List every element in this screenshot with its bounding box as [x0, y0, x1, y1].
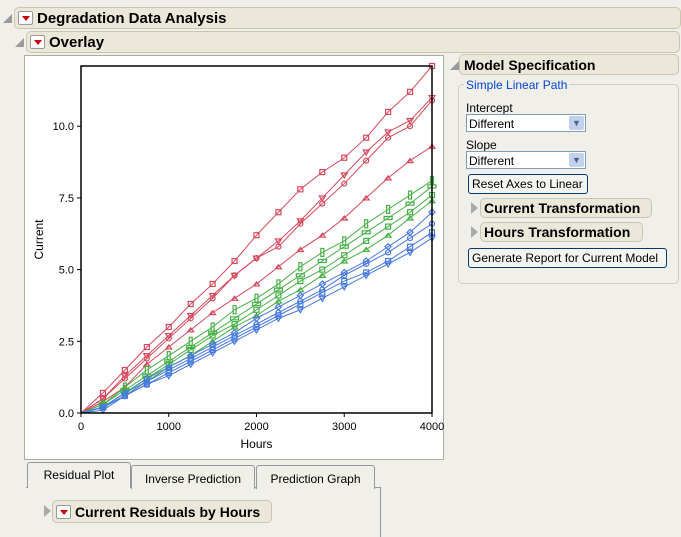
y-tick-label: 7.5: [59, 193, 74, 205]
overlay-header: Overlay: [26, 31, 680, 53]
report-title: Degradation Data Analysis: [37, 9, 227, 27]
x-tick-label: 1000: [157, 421, 181, 433]
model-spec-header: Model Specification: [459, 54, 679, 75]
group-label: Simple Linear Path: [464, 78, 570, 92]
collapse-report-icon[interactable]: [3, 14, 12, 23]
generate-report-button[interactable]: Generate Report for Current Model: [468, 248, 667, 268]
overlay-title: Overlay: [49, 33, 105, 51]
x-tick-label: 0: [78, 421, 84, 433]
expand-residuals-icon[interactable]: [44, 505, 51, 517]
model-spec-title: Model Specification: [464, 56, 596, 73]
report-header: Degradation Data Analysis: [14, 7, 681, 29]
intercept-label: Intercept: [466, 101, 513, 115]
collapse-model-spec-icon[interactable]: [450, 61, 459, 70]
x-tick-label: 2000: [244, 421, 268, 433]
x-tick-label: 4000: [420, 421, 444, 433]
collapse-overlay-icon[interactable]: [15, 38, 24, 47]
red-triangle-menu-icon[interactable]: [30, 35, 45, 49]
y-tick-label: 0.0: [59, 408, 74, 420]
residuals-title: Current Residuals by Hours: [75, 503, 261, 520]
hours-transformation-header[interactable]: Hours Transformation: [480, 222, 643, 242]
expand-hours-transformation-icon[interactable]: [471, 226, 478, 238]
intercept-value: Different: [469, 117, 515, 131]
slope-value: Different: [469, 154, 515, 168]
y-tick-label: 10.0: [53, 121, 74, 133]
x-tick-label: 3000: [332, 421, 356, 433]
current-transformation-header[interactable]: Current Transformation: [480, 198, 652, 218]
chevron-down-icon[interactable]: ▼: [569, 153, 584, 167]
overlay-plot-frame: 0 1000 2000 3000 4000 0.0 2.5 5.0 7.5 10.0 Hours Cu…: [24, 55, 444, 460]
overlay-chart: 0 1000 2000 3000 4000 0.0 2.5 5.0 7.5 10.0 Hours Cu…: [32, 62, 444, 451]
series-line-red-1: [80, 65, 433, 414]
intercept-select[interactable]: Different ▼: [466, 114, 586, 132]
series-line-blue-3: [80, 231, 433, 414]
reset-axes-button[interactable]: Reset Axes to Linear: [468, 174, 588, 194]
red-triangle-menu-icon[interactable]: [18, 11, 33, 25]
tab-prediction-graph[interactable]: Prediction Graph: [256, 465, 375, 489]
tab-inverse-prediction[interactable]: Inverse Prediction: [131, 465, 255, 489]
expand-current-transformation-icon[interactable]: [471, 202, 478, 214]
slope-label: Slope: [466, 138, 497, 152]
chevron-down-icon[interactable]: ▼: [569, 116, 584, 130]
y-tick-label: 2.5: [59, 336, 74, 348]
y-axis-label: Current: [32, 219, 46, 260]
slope-select[interactable]: Different ▼: [466, 151, 586, 169]
series-line-red-4: [80, 145, 433, 414]
y-tick-label: 5.0: [59, 265, 74, 277]
red-triangle-menu-icon[interactable]: [56, 504, 71, 519]
x-axis-label: Hours: [240, 437, 272, 451]
tab-residual-plot[interactable]: Residual Plot: [27, 462, 131, 488]
residuals-header: Current Residuals by Hours: [52, 500, 272, 523]
series-line-green-2: [80, 186, 433, 414]
